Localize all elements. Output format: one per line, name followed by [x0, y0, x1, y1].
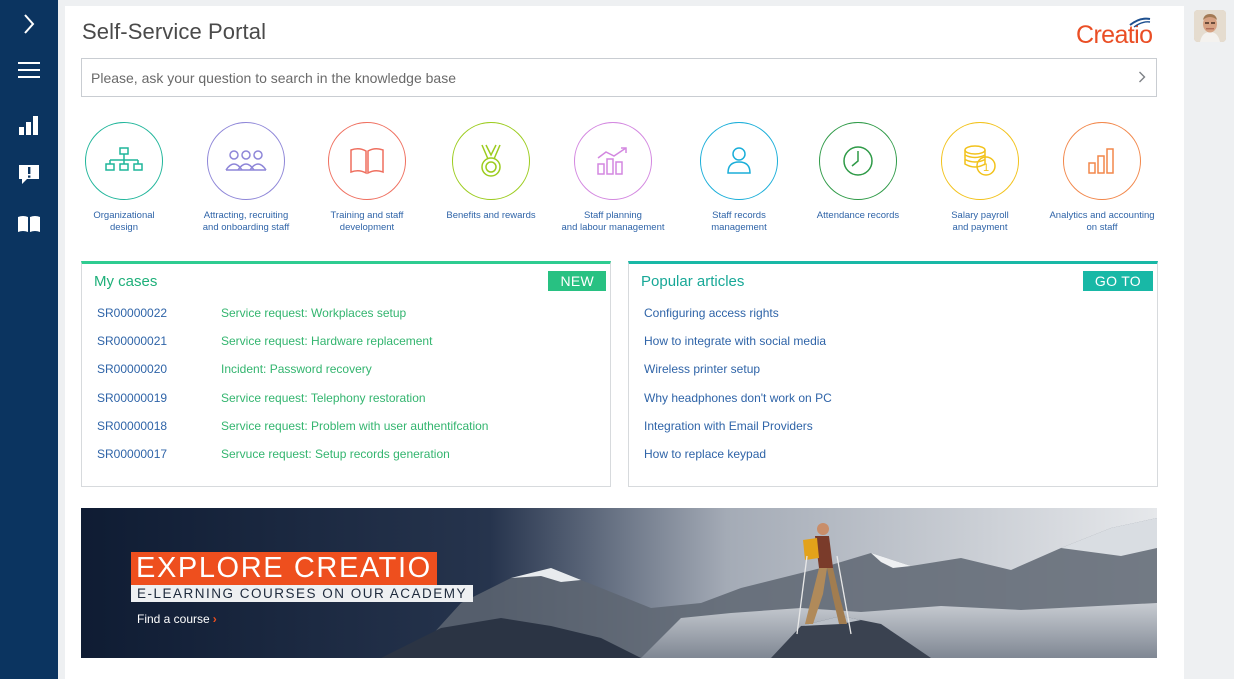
people-group-icon: [225, 150, 267, 171]
category-staff-records[interactable]: Staff records management: [677, 122, 801, 234]
case-subject[interactable]: Incident: Password recovery: [221, 362, 372, 376]
category-label: Training and staff development: [330, 210, 404, 233]
go-to-articles-button[interactable]: GO TO: [1082, 271, 1153, 291]
category-organizational-design[interactable]: Organizational design: [62, 122, 186, 234]
my-cases-card: My cases NEW SR00000022 Service request: …: [81, 261, 611, 487]
case-subject[interactable]: Service request: Hardware replacement: [221, 334, 432, 348]
category-staff-planning[interactable]: Staff planning and labour management: [551, 122, 675, 234]
hamburger-menu-icon: [18, 62, 40, 78]
category-training-development[interactable]: Training and staff development: [305, 122, 429, 234]
coins-icon: 1: [964, 145, 996, 176]
banner-subheadline: E-LEARNING COURSES ON OUR ACADEMY: [131, 585, 474, 602]
knowledge-base-nav-button[interactable]: [0, 204, 58, 244]
case-row[interactable]: SR00000017 Servuce request: Setup records…: [97, 446, 450, 462]
academy-banner[interactable]: EXPLORE CREATIO E-LEARNING COURSES ON OU…: [81, 508, 1157, 658]
article-link[interactable]: Why headphones don't work on PC: [644, 391, 832, 405]
article-link[interactable]: Configuring access rights: [644, 306, 779, 320]
article-link[interactable]: Integration with Email Providers: [644, 419, 813, 433]
category-attracting-recruiting[interactable]: Attracting, recruiting and onboarding st…: [184, 122, 308, 234]
case-row[interactable]: SR00000019 Service request: Telephony res…: [97, 390, 426, 406]
case-row[interactable]: SR00000018 Service request: Problem with …: [97, 418, 488, 434]
case-row[interactable]: SR00000022 Service request: Workplaces se…: [97, 305, 406, 321]
case-row[interactable]: SR00000021 Service request: Hardware repl…: [97, 333, 432, 349]
popular-articles-title: Popular articles: [641, 273, 745, 290]
person-icon: [727, 147, 751, 174]
banner-headline: EXPLORE CREATIO: [131, 552, 437, 585]
open-book-icon: [18, 216, 40, 232]
case-subject[interactable]: Service request: Problem with user authe…: [221, 419, 488, 433]
creatio-logo: Creatio: [1076, 15, 1164, 49]
case-number[interactable]: SR00000020: [97, 361, 221, 377]
bar-chart-icon: [1088, 148, 1114, 174]
article-link[interactable]: How to replace keypad: [644, 447, 766, 461]
feedback-icon: [19, 164, 39, 184]
case-number[interactable]: SR00000021: [97, 333, 221, 349]
svg-text:1: 1: [983, 162, 989, 174]
logo-swoosh-icon: [1129, 17, 1151, 28]
new-case-button[interactable]: NEW: [548, 271, 606, 291]
case-number[interactable]: SR00000019: [97, 390, 221, 406]
category-label: Salary payroll and payment: [951, 210, 1009, 233]
case-subject[interactable]: Service request: Telephony restoration: [221, 391, 426, 405]
growth-chart-icon: [597, 147, 627, 175]
category-label: Benefits and rewards: [446, 210, 536, 221]
case-subject[interactable]: Service request: Workplaces setup: [221, 306, 406, 320]
category-label: Organizational design: [93, 210, 155, 233]
chevron-right-icon: ›: [212, 612, 217, 626]
main-panel: Self-Service Portal Creatio Please, ask …: [65, 6, 1184, 679]
medal-icon: [481, 144, 501, 177]
case-number[interactable]: SR00000018: [97, 418, 221, 434]
feedback-nav-button[interactable]: [0, 154, 58, 194]
expand-nav-button[interactable]: [0, 4, 58, 44]
category-label: Staff planning and labour management: [561, 210, 665, 233]
chevron-right-icon[interactable]: [1138, 71, 1146, 83]
article-link[interactable]: How to integrate with social media: [644, 334, 826, 348]
category-attendance-records[interactable]: Attendance records: [796, 122, 920, 222]
category-benefits-rewards[interactable]: Benefits and rewards: [429, 122, 553, 222]
open-book-icon: [350, 147, 384, 175]
case-number[interactable]: SR00000017: [97, 446, 221, 462]
case-subject[interactable]: Servuce request: Setup records generatio…: [221, 447, 450, 461]
category-label: Attracting, recruiting and onboarding st…: [202, 210, 290, 233]
org-chart-icon: [105, 147, 143, 171]
page-title: Self-Service Portal: [82, 19, 267, 44]
search-placeholder: Please, ask your question to search in t…: [91, 69, 457, 86]
dashboards-nav-button[interactable]: [0, 105, 58, 145]
clock-icon: [843, 146, 873, 176]
article-link[interactable]: Wireless printer setup: [644, 362, 760, 376]
chevron-right-icon: [24, 14, 35, 34]
case-row[interactable]: SR00000020 Incident: Password recovery: [97, 361, 372, 377]
knowledge-search-input[interactable]: Please, ask your question to search in t…: [81, 58, 1157, 97]
case-number[interactable]: SR00000022: [97, 305, 221, 321]
left-nav: [0, 0, 58, 679]
popular-articles-card: Popular articles GO TO Configuring acces…: [628, 261, 1158, 487]
find-course-label: Find a course: [137, 612, 210, 626]
user-avatar[interactable]: [1194, 10, 1226, 42]
bar-chart-icon: [19, 116, 38, 135]
my-cases-title: My cases: [94, 273, 158, 290]
category-salary-payroll[interactable]: 1 Salary payroll and payment: [918, 122, 1042, 234]
find-course-link[interactable]: Find a course ›: [137, 612, 217, 626]
user-photo-icon: [1194, 10, 1226, 42]
category-analytics-accounting[interactable]: Analytics and accounting on staff: [1040, 122, 1164, 234]
menu-button[interactable]: [0, 50, 58, 90]
category-label: Attendance records: [816, 210, 900, 221]
category-label: Staff records management: [711, 210, 767, 233]
category-label: Analytics and accounting on staff: [1049, 210, 1155, 233]
